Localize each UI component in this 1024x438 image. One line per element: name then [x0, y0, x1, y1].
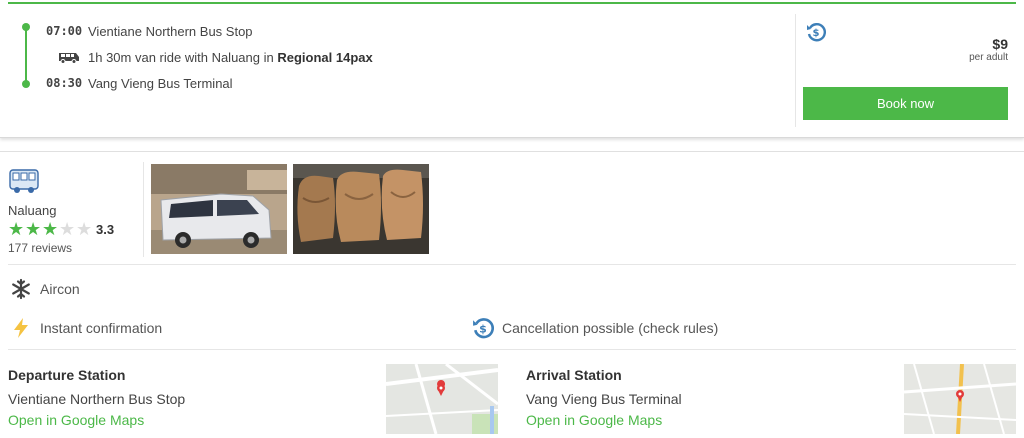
refund-icon: $: [473, 318, 494, 339]
timeline-dot-departure: [22, 23, 30, 31]
arrival-station-title: Arrival Station: [526, 367, 622, 383]
ride-prefix: 1h 30m van ride with Naluang in: [88, 50, 274, 65]
timeline-line: [25, 26, 27, 86]
star-icon: ★: [76, 219, 93, 239]
divider: [8, 264, 1016, 265]
departure-stop: Vientiane Northern Bus Stop: [88, 24, 253, 39]
star-icon: ★: [59, 219, 76, 239]
feature-cancellation: $ Cancellation possible (check rules): [472, 317, 718, 339]
feature-cancellation-label[interactable]: Cancellation possible (check rules): [502, 320, 718, 336]
timeline-dot-arrival: [22, 80, 30, 88]
lightning-icon: [14, 318, 28, 338]
ride-description: 1h 30m van ride with Naluang in Regional…: [88, 50, 373, 65]
svg-text:$: $: [479, 322, 487, 335]
departure-station-name: Vientiane Northern Bus Stop: [8, 391, 186, 407]
refund-icon: $: [807, 23, 826, 42]
star-icon: ★: [42, 219, 59, 239]
feature-aircon-label: Aircon: [40, 281, 80, 297]
star-icon: ★: [8, 219, 25, 239]
price-unit: per adult: [969, 52, 1008, 63]
operator-name: Naluang: [8, 203, 57, 218]
star-icon: ★: [25, 219, 42, 239]
operator-divider: [143, 162, 144, 257]
svg-text:$: $: [813, 28, 820, 39]
divider: [8, 349, 1016, 350]
departure-station-title: Departure Station: [8, 367, 126, 383]
price: $9: [992, 36, 1008, 52]
departure-maps-link[interactable]: Open in Google Maps: [8, 412, 144, 428]
feature-aircon: Aircon: [10, 278, 80, 300]
selected-indicator: [8, 2, 1016, 4]
departure-map-thumbnail[interactable]: [386, 364, 498, 434]
snowflake-icon: [12, 278, 30, 300]
vehicle-photo-interior[interactable]: [293, 164, 429, 254]
vehicle-type: Regional 14pax: [277, 50, 373, 65]
arrival-stop: Vang Vieng Bus Terminal: [88, 76, 233, 91]
feature-instant-confirmation: Instant confirmation: [10, 317, 162, 339]
book-now-button[interactable]: Book now: [803, 87, 1008, 120]
arrival-time: 08:30: [46, 76, 83, 90]
bus-operator-icon: [9, 169, 39, 193]
arrival-station-name: Vang Vieng Bus Terminal: [526, 391, 682, 407]
arrival-map-thumbnail[interactable]: [904, 364, 1016, 434]
departure-time: 07:00: [46, 24, 83, 38]
trip-details: Naluang ★ ★ ★ ★ ★ 3.3 177 reviews Aircon…: [0, 151, 1024, 438]
van-icon: [59, 53, 79, 64]
rating-value: 3.3: [96, 222, 115, 237]
reviews-count[interactable]: 177 reviews: [8, 241, 72, 255]
rating-stars: ★ ★ ★ ★ ★: [8, 220, 93, 238]
arrival-maps-link[interactable]: Open in Google Maps: [526, 412, 662, 428]
vehicle-photo-exterior[interactable]: [151, 164, 287, 254]
feature-instant-label: Instant confirmation: [40, 320, 163, 336]
trip-card: 07:00 Vientiane Northern Bus Stop 1h 30m…: [0, 0, 1024, 138]
price-divider: [795, 14, 796, 127]
